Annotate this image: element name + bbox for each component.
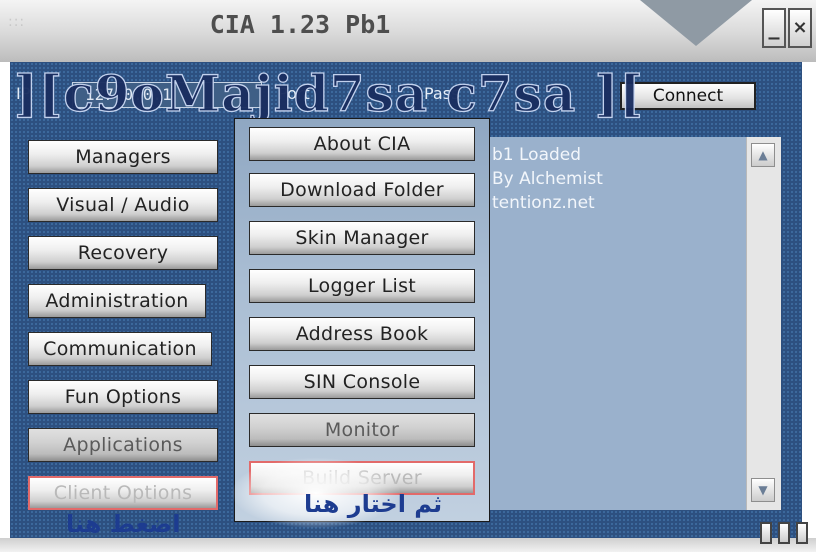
fun-options-button[interactable]: Fun Options — [28, 380, 218, 414]
title-bar[interactable]: ::: CIA 1.23 Pb1 _ × — [0, 0, 816, 62]
about-cia-button[interactable]: About CIA — [249, 127, 475, 161]
log-line: By Alchemist — [492, 169, 603, 189]
skin-manager-button[interactable]: Skin Manager — [249, 221, 475, 255]
arabic-annotation-right: ثم اختار هنا — [304, 490, 443, 518]
title-notch — [640, 0, 752, 46]
log-display[interactable]: b1 Loaded By Alchemist tentionz.net — [488, 137, 746, 510]
resize-handle-icon[interactable] — [760, 522, 772, 544]
client-options-popup: About CIA Download Folder Skin Manager L… — [234, 118, 490, 522]
communication-button[interactable]: Communication — [28, 332, 212, 366]
window-title: CIA 1.23 Pb1 — [209, 10, 391, 39]
log-line: b1 Loaded — [492, 145, 582, 165]
close-button[interactable]: × — [788, 8, 812, 48]
address-book-button[interactable]: Address Book — [249, 317, 475, 351]
cia-window: ::: CIA 1.23 Pb1 _ × IP 127.0.0.1 Port P… — [0, 0, 816, 552]
resize-handle-icon[interactable] — [796, 522, 808, 544]
recovery-button[interactable]: Recovery — [28, 236, 218, 270]
log-scrollbar[interactable]: ▲ ▼ — [746, 137, 781, 510]
resize-handle-icon[interactable] — [778, 522, 790, 544]
minimize-button[interactable]: _ — [762, 8, 786, 48]
scroll-down-icon[interactable]: ▼ — [751, 478, 775, 502]
bottom-bar — [0, 538, 816, 552]
applications-button[interactable]: Applications — [28, 428, 218, 462]
watermark-text: ][c9oMajid7sa c7sa ][ — [13, 63, 644, 123]
monitor-button[interactable]: Monitor — [249, 413, 475, 447]
logger-list-button[interactable]: Logger List — [249, 269, 475, 303]
log-line: tentionz.net — [492, 193, 595, 213]
visual-audio-button[interactable]: Visual / Audio — [28, 188, 218, 222]
managers-button[interactable]: Managers — [28, 140, 218, 174]
sin-console-button[interactable]: SIN Console — [249, 365, 475, 399]
administration-button[interactable]: Administration — [28, 284, 206, 318]
download-folder-button[interactable]: Download Folder — [249, 173, 475, 207]
scroll-up-icon[interactable]: ▲ — [751, 143, 775, 167]
client-options-button[interactable]: Client Options — [28, 476, 218, 510]
arabic-annotation-left: اضغط هنا — [66, 510, 181, 538]
